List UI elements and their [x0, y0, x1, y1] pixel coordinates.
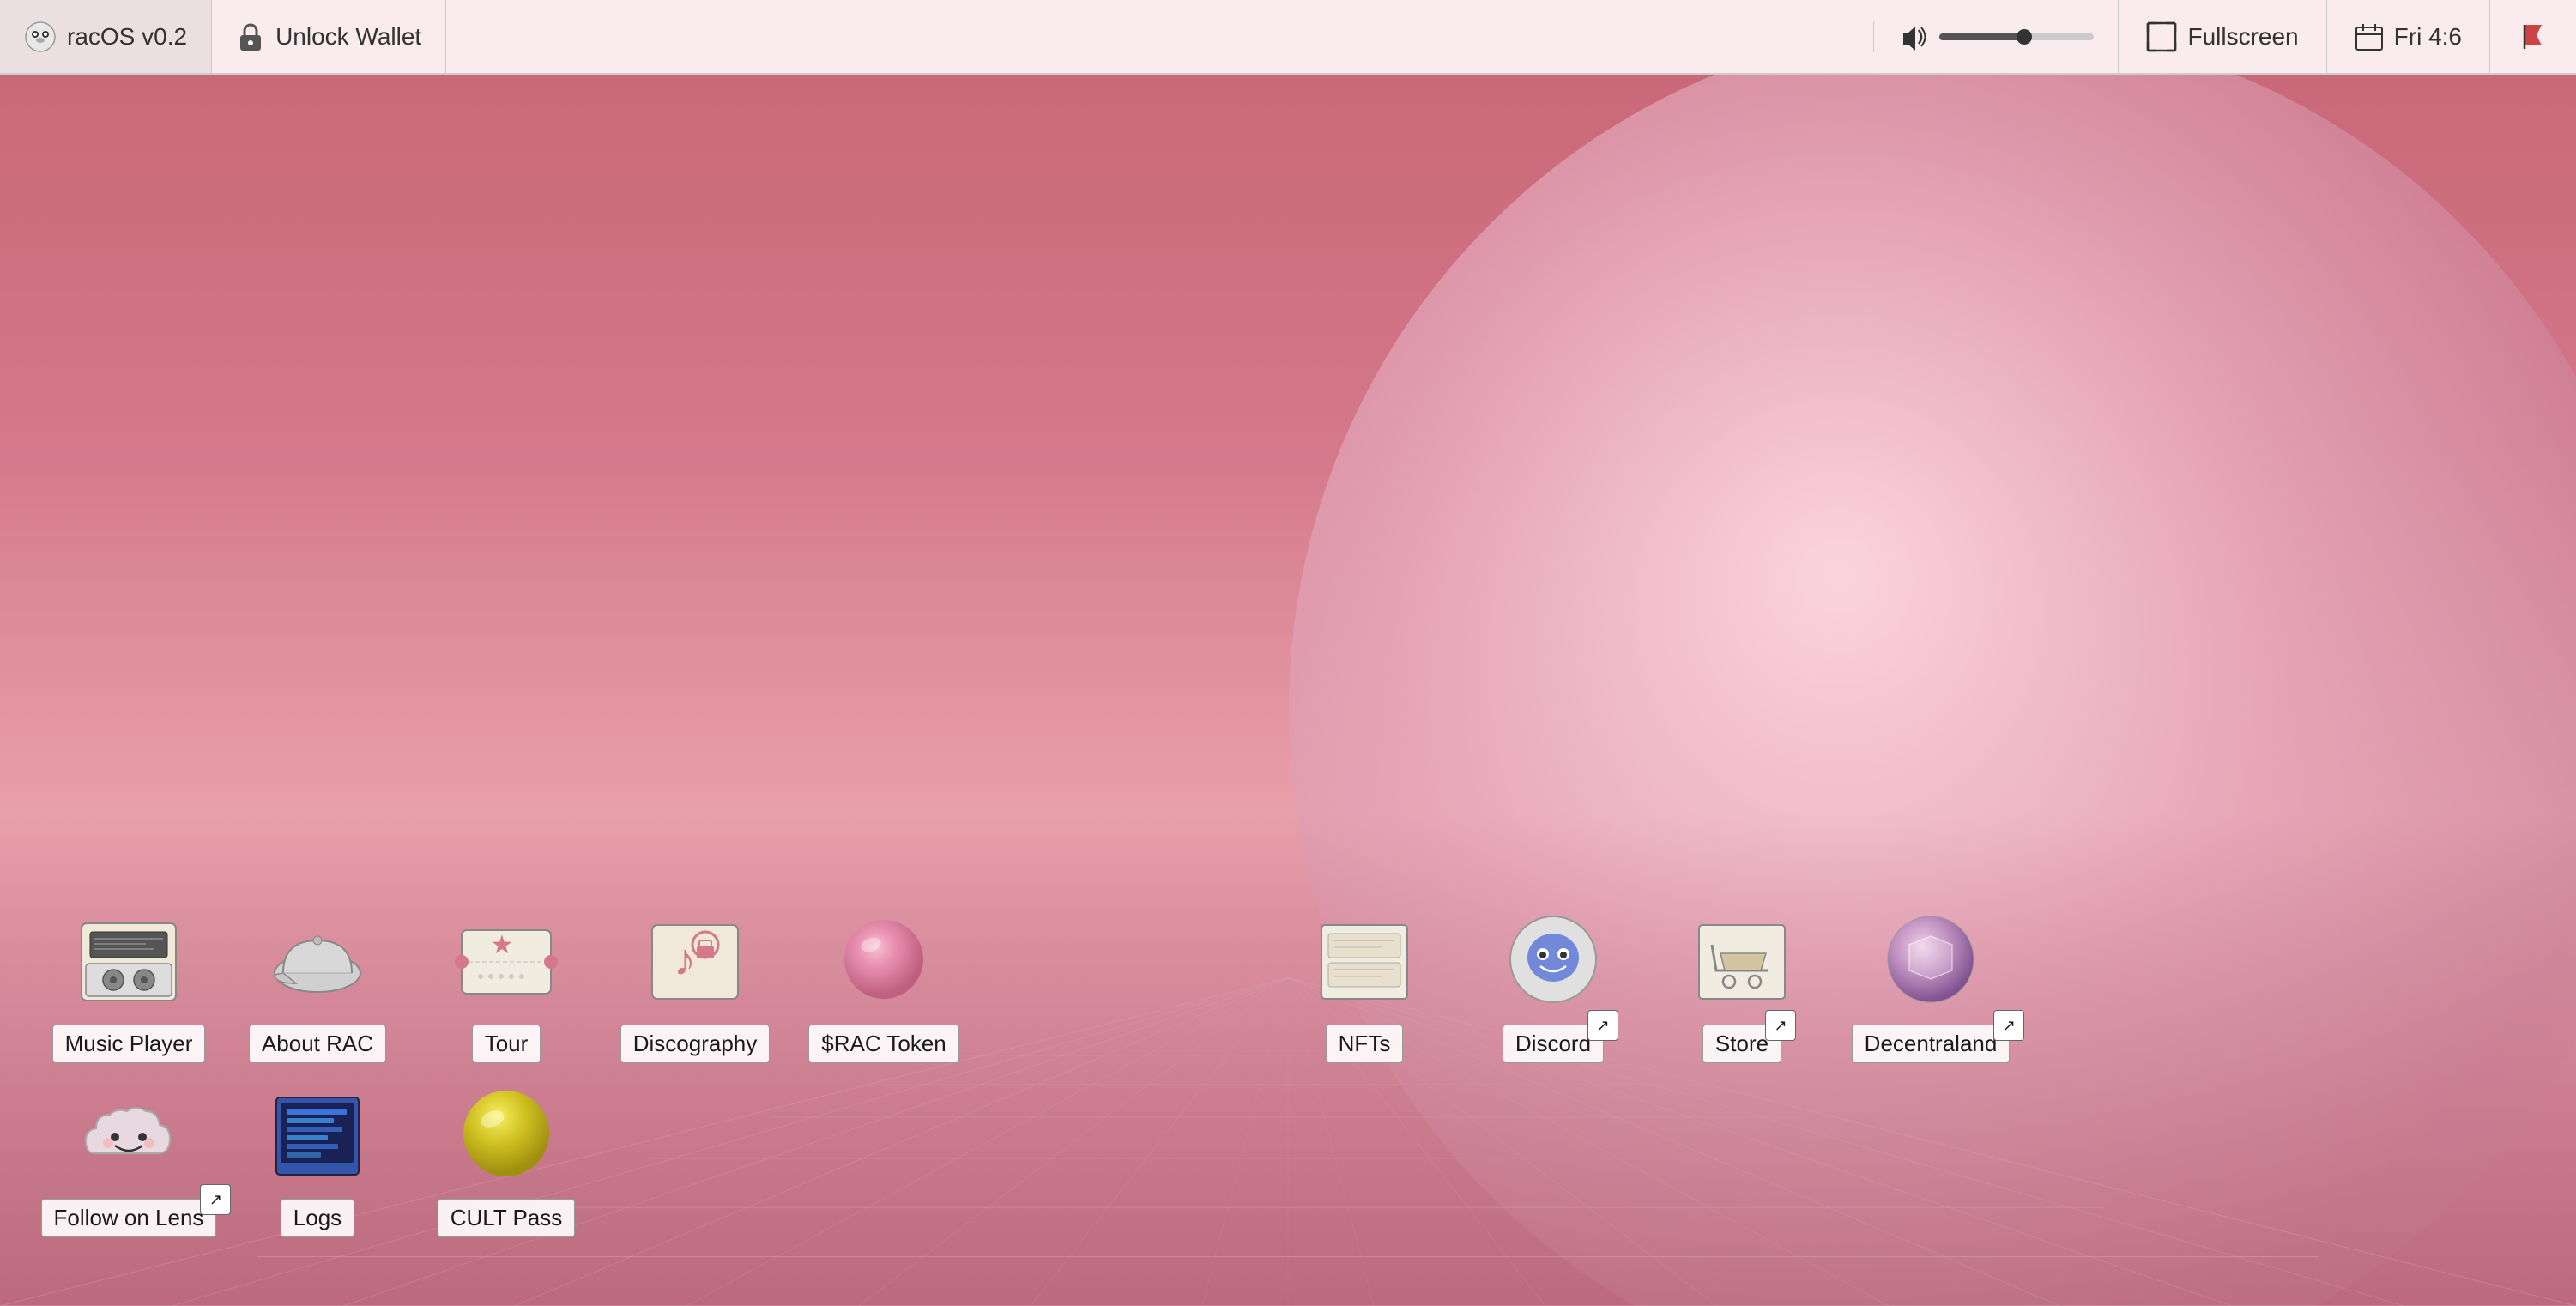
music-player-label: Music Player: [52, 1025, 206, 1063]
store-external-badge: ↗: [1765, 1010, 1796, 1041]
volume-thumb: [2017, 29, 2032, 45]
lock-icon: [236, 21, 265, 53]
os-version-button[interactable]: racOS v0.2: [0, 0, 212, 73]
decentraland-external-badge: ↗: [1993, 1010, 2024, 1041]
cult-pass-icon-img: [450, 1080, 562, 1192]
decentraland-label: Decentraland ↗: [1852, 1025, 2011, 1063]
unlock-wallet-label: Unlock Wallet: [275, 23, 421, 51]
store-label: Store ↗: [1702, 1025, 1781, 1063]
follow-lens-external-badge: ↗: [200, 1184, 231, 1215]
rac-token-label: $RAC Token: [808, 1025, 959, 1063]
follow-lens-icon-img: [73, 1080, 184, 1192]
icon-tour[interactable]: ★ Tour: [412, 906, 601, 1063]
icon-cult-pass[interactable]: CULT Pass: [412, 1080, 601, 1237]
icon-music-player[interactable]: Music Player: [34, 906, 223, 1063]
flag-icon: [2518, 21, 2549, 52]
icon-logs[interactable]: Logs: [223, 1080, 412, 1237]
decentraland-icon-img: [1875, 906, 1986, 1018]
nfts-icon-img: [1309, 906, 1420, 1018]
fullscreen-icon: [2146, 21, 2177, 52]
discography-icon-img: ♪: [639, 906, 751, 1018]
tour-icon-img: ★: [450, 906, 562, 1018]
icon-about-rac[interactable]: About RAC: [223, 906, 412, 1063]
datetime-label: Fri 4:6: [2394, 23, 2462, 51]
taskbar: racOS v0.2 Unlock Wallet: [0, 0, 2576, 75]
notification-button[interactable]: [2489, 0, 2576, 73]
discord-external-badge: ↗: [1587, 1010, 1618, 1041]
icons-container: Music Player: [0, 906, 2576, 1237]
nfts-label: NFTs: [1326, 1025, 1404, 1063]
icon-nfts[interactable]: NFTs: [1270, 906, 1459, 1063]
datetime-display: Fri 4:6: [2326, 0, 2489, 73]
icon-store[interactable]: Store ↗: [1648, 906, 1836, 1063]
fullscreen-button[interactable]: Fullscreen: [2118, 0, 2325, 73]
music-player-icon-img: [73, 906, 184, 1018]
unlock-wallet-button[interactable]: Unlock Wallet: [212, 0, 446, 73]
discord-icon-img: [1497, 906, 1609, 1018]
icon-discography[interactable]: ♪ Discography: [601, 906, 789, 1063]
discography-label: Discography: [620, 1025, 771, 1063]
about-rac-label: About RAC: [249, 1025, 386, 1063]
volume-fill: [1939, 33, 2024, 40]
calendar-icon: [2355, 22, 2384, 51]
store-icon-img: [1686, 906, 1798, 1018]
icon-follow-lens[interactable]: Follow on Lens ↗: [34, 1080, 223, 1237]
logs-label: Logs: [281, 1199, 354, 1237]
raccoon-icon: [24, 21, 57, 53]
icon-row-2: Follow on Lens ↗: [34, 1080, 2542, 1237]
desktop: Music Player: [0, 75, 2576, 1306]
icon-row-1: Music Player: [34, 906, 2542, 1063]
about-rac-icon-img: [262, 906, 373, 1018]
taskbar-right: Fullscreen Fri 4:6: [1873, 0, 2576, 73]
volume-slider[interactable]: [1939, 33, 2094, 40]
svg-text:★: ★: [491, 931, 514, 959]
cult-pass-label: CULT Pass: [438, 1199, 576, 1237]
tour-label: Tour: [472, 1025, 541, 1063]
icon-rac-token[interactable]: $RAC Token: [789, 906, 978, 1063]
logs-icon-img: [262, 1080, 373, 1192]
fullscreen-label: Fullscreen: [2187, 23, 2298, 51]
icon-decentraland[interactable]: Decentraland ↗: [1836, 906, 2025, 1063]
discord-label: Discord ↗: [1503, 1025, 1604, 1063]
rac-token-icon-img: [828, 906, 940, 1018]
os-version-label: racOS v0.2: [67, 23, 187, 51]
follow-lens-label: Follow on Lens ↗: [41, 1199, 217, 1237]
volume-icon: [1898, 21, 1929, 52]
volume-control[interactable]: [1873, 21, 2118, 52]
icon-discord[interactable]: Discord ↗: [1459, 906, 1648, 1063]
